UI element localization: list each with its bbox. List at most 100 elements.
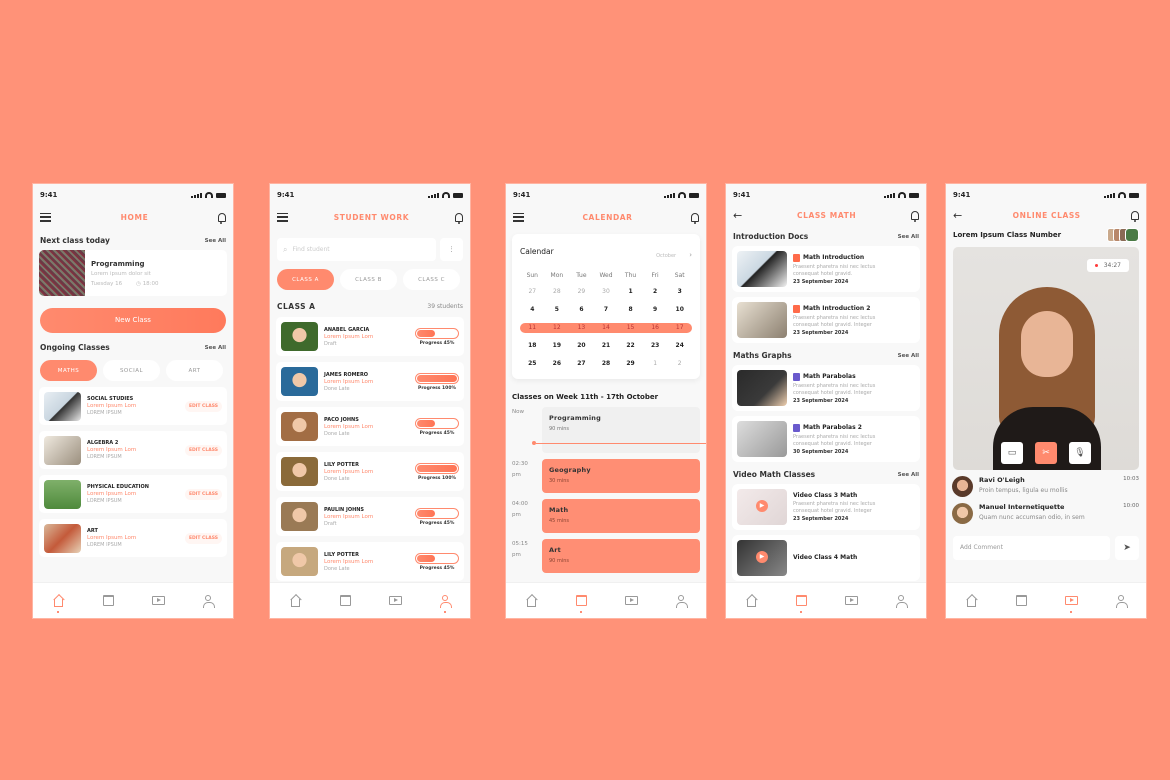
tab-maths[interactable]: MATHS [40, 360, 97, 381]
student-row[interactable]: PAULIN JOHNS Lorem Ipsum Lom Draft Progress… [276, 497, 464, 536]
calendar-day[interactable]: 27 [520, 283, 545, 301]
see-all-link[interactable]: See All [205, 345, 226, 351]
resource-card[interactable]: ▶ Video Class 4 Math [732, 535, 920, 581]
mic-toggle-button[interactable]: 🎙 [1069, 442, 1091, 464]
edit-class-button[interactable]: EDIT CLASS [184, 444, 222, 456]
nav-video[interactable] [1064, 594, 1078, 613]
calendar-day[interactable]: 28 [545, 283, 570, 301]
calendar-day[interactable]: 5 [545, 301, 570, 319]
student-row[interactable]: JAMES ROMERO Lorem Ipsum Lom Done Late Prog… [276, 362, 464, 401]
calendar-day[interactable]: 20 [569, 337, 594, 355]
student-row[interactable]: PACO JOHNS Lorem Ipsum Lom Done Late Progre… [276, 407, 464, 446]
nav-video[interactable] [388, 594, 402, 608]
nav-calendar[interactable] [1014, 594, 1028, 608]
class-block[interactable]: Geography 30 mins [542, 459, 700, 493]
calendar-day[interactable]: 22 [618, 337, 643, 355]
play-icon[interactable]: ▶ [756, 551, 768, 563]
bell-icon[interactable] [911, 210, 919, 222]
nav-video[interactable] [624, 594, 638, 608]
class-block[interactable]: Art 90 mins [542, 539, 700, 573]
edit-class-button[interactable]: EDIT CLASS [184, 488, 222, 500]
resource-card[interactable]: Math Introduction Praesent pharetra nisi … [732, 246, 920, 292]
calendar-day[interactable]: 10 [667, 301, 692, 319]
calendar-day[interactable]: 29 [618, 355, 643, 373]
participant-avatars[interactable] [1107, 228, 1139, 242]
nav-home[interactable] [51, 594, 65, 613]
resource-card[interactable]: Math Parabolas 2 Praesent pharetra nisi n… [732, 416, 920, 462]
menu-icon[interactable] [513, 212, 524, 222]
nav-home[interactable] [288, 594, 302, 608]
edit-class-button[interactable]: EDIT CLASS [184, 532, 222, 544]
calendar-day[interactable]: 2 [643, 283, 668, 301]
nav-profile[interactable] [438, 594, 452, 613]
class-block[interactable]: Math 45 mins [542, 499, 700, 533]
nav-home[interactable] [744, 594, 758, 608]
student-row[interactable]: LILY POTTER Lorem Ipsum Lom Done Late Progr… [276, 452, 464, 491]
calendar-day[interactable]: 6 [569, 301, 594, 319]
calendar-day[interactable]: 30 [594, 283, 619, 301]
nav-profile[interactable] [201, 594, 215, 608]
play-icon[interactable]: ▶ [756, 500, 768, 512]
nav-calendar[interactable] [574, 594, 588, 613]
bell-icon[interactable] [455, 212, 463, 224]
calendar-day[interactable]: 18 [520, 337, 545, 355]
resource-card[interactable]: Math Parabolas Praesent pharetra nisi nec… [732, 365, 920, 411]
send-button[interactable]: ➤ [1115, 536, 1139, 560]
student-row[interactable]: LILY POTTER Lorem Ipsum Lom Done Late Progr… [276, 542, 464, 581]
nav-video[interactable] [151, 594, 165, 608]
resource-card[interactable]: Math Introduction 2 Praesent pharetra nis… [732, 297, 920, 343]
calendar-day[interactable]: 28 [594, 355, 619, 373]
class-block[interactable]: Programming 90 mins [542, 407, 700, 453]
nav-profile[interactable] [674, 594, 688, 608]
calendar-day[interactable]: 14 [593, 323, 619, 333]
calendar-day[interactable]: 2 [667, 355, 692, 373]
class-card[interactable]: ALGEBRA 2 Lorem Ipsum Lom LOREM IPSUM EDIT … [39, 431, 227, 469]
calendar-day[interactable]: 25 [520, 355, 545, 373]
calendar-day[interactable]: 27 [569, 355, 594, 373]
calendar-day[interactable]: 3 [667, 283, 692, 301]
tab-social[interactable]: SOCIAL [103, 360, 160, 381]
tab-art[interactable]: ART [166, 360, 223, 381]
resource-card[interactable]: ▶ Video Class 3 Math Praesent pharetra nis… [732, 484, 920, 530]
nav-video[interactable] [844, 594, 858, 608]
nav-profile[interactable] [894, 594, 908, 608]
edit-class-button[interactable]: EDIT CLASS [184, 400, 222, 412]
nav-calendar[interactable] [794, 594, 808, 613]
menu-icon[interactable] [277, 212, 288, 222]
class-card[interactable]: SOCIAL STUDIES Lorem Ipsum Lom LOREM IPSUM… [39, 387, 227, 425]
search-input[interactable]: ⌕ Find student [277, 238, 436, 261]
calendar-day[interactable]: 24 [667, 337, 692, 355]
back-arrow-icon[interactable]: ← [953, 210, 962, 221]
nav-calendar[interactable] [338, 594, 352, 608]
end-call-button[interactable]: ✂ [1035, 442, 1057, 464]
calendar-day[interactable]: 23 [643, 337, 668, 355]
next-month-chevron-icon[interactable]: › [689, 251, 692, 259]
bell-icon[interactable] [691, 212, 699, 224]
back-arrow-icon[interactable]: ← [733, 210, 742, 221]
calendar-day[interactable]: 4 [520, 301, 545, 319]
student-row[interactable]: ANABEL GARCIA Lorem Ipsum Lom Draft Progres… [276, 317, 464, 356]
calendar-day[interactable]: 1 [618, 283, 643, 301]
calendar-day[interactable]: 16 [642, 323, 668, 333]
bell-icon[interactable] [1131, 210, 1139, 222]
video-feed[interactable]: 34:27 ▭ ✂ 🎙 [953, 247, 1139, 470]
calendar-day[interactable]: 19 [545, 337, 570, 355]
class-card[interactable]: PHYSICAL EDUCATION Lorem Ipsum Lom LOREM I… [39, 475, 227, 513]
calendar-day[interactable]: 1 [643, 355, 668, 373]
calendar-day[interactable]: 7 [594, 301, 619, 319]
class-card[interactable]: ART Lorem Ipsum Lom LOREM IPSUM EDIT CLASS [39, 519, 227, 557]
calendar-day[interactable]: 11 [520, 323, 545, 333]
see-all-link[interactable]: See All [898, 472, 919, 478]
nav-home[interactable] [524, 594, 538, 608]
calendar-day[interactable]: 15 [618, 323, 643, 333]
see-all-link[interactable]: See All [898, 234, 919, 240]
calendar-day[interactable]: 26 [545, 355, 570, 373]
see-all-link[interactable]: See All [898, 353, 919, 359]
tab-class-b[interactable]: CLASS B [340, 269, 397, 290]
calendar-day[interactable]: 13 [569, 323, 594, 333]
nav-calendar[interactable] [101, 594, 115, 608]
calendar-day[interactable]: 9 [643, 301, 668, 319]
menu-icon[interactable] [40, 212, 51, 222]
nav-profile[interactable] [1114, 594, 1128, 608]
calendar-day[interactable]: 17 [667, 323, 692, 333]
